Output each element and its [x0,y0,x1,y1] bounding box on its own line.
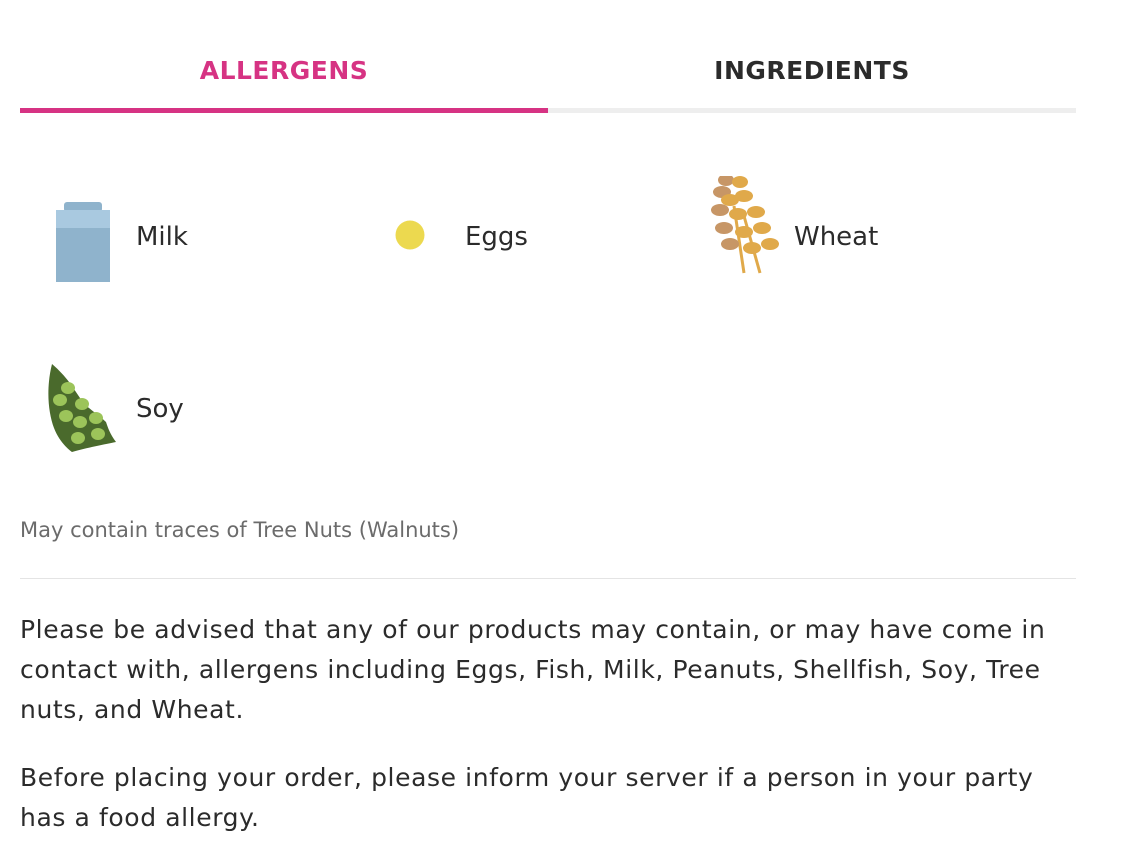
egg-icon [395,220,425,250]
allergen-item-eggs: Eggs [349,176,649,296]
tab-ingredients-label: INGREDIENTS [714,56,910,85]
server-notice-paragraph: Before placing your order, please inform… [20,763,1034,832]
allergen-label: Wheat [794,222,879,252]
divider [20,578,1076,579]
allergen-panel: ALLERGENS INGREDIENTS Milk Eggs Wheat So… [20,0,1076,832]
traces-note: May contain traces of Tree Nuts (Walnuts… [20,518,460,542]
allergen-label: Soy [136,394,184,424]
soy-pod-icon [48,364,116,452]
advisory-paragraph: Please be advised that any of our produc… [20,615,1046,724]
tab-ingredients[interactable]: INGREDIENTS [548,0,1076,114]
wheat-icon [711,176,779,274]
allergen-item-wheat: Wheat [678,176,978,296]
tab-ingredients-indicator [548,108,1076,113]
allergen-item-soy: Soy [20,348,320,468]
tab-allergens-indicator [20,108,548,113]
tab-bar: ALLERGENS INGREDIENTS [20,0,1076,114]
allergen-label: Eggs [465,222,528,252]
allergen-label: Milk [136,222,188,252]
milk-carton-icon [56,202,110,282]
tab-allergens[interactable]: ALLERGENS [20,0,548,114]
allergen-item-milk: Milk [20,176,320,296]
tab-allergens-label: ALLERGENS [199,56,369,85]
